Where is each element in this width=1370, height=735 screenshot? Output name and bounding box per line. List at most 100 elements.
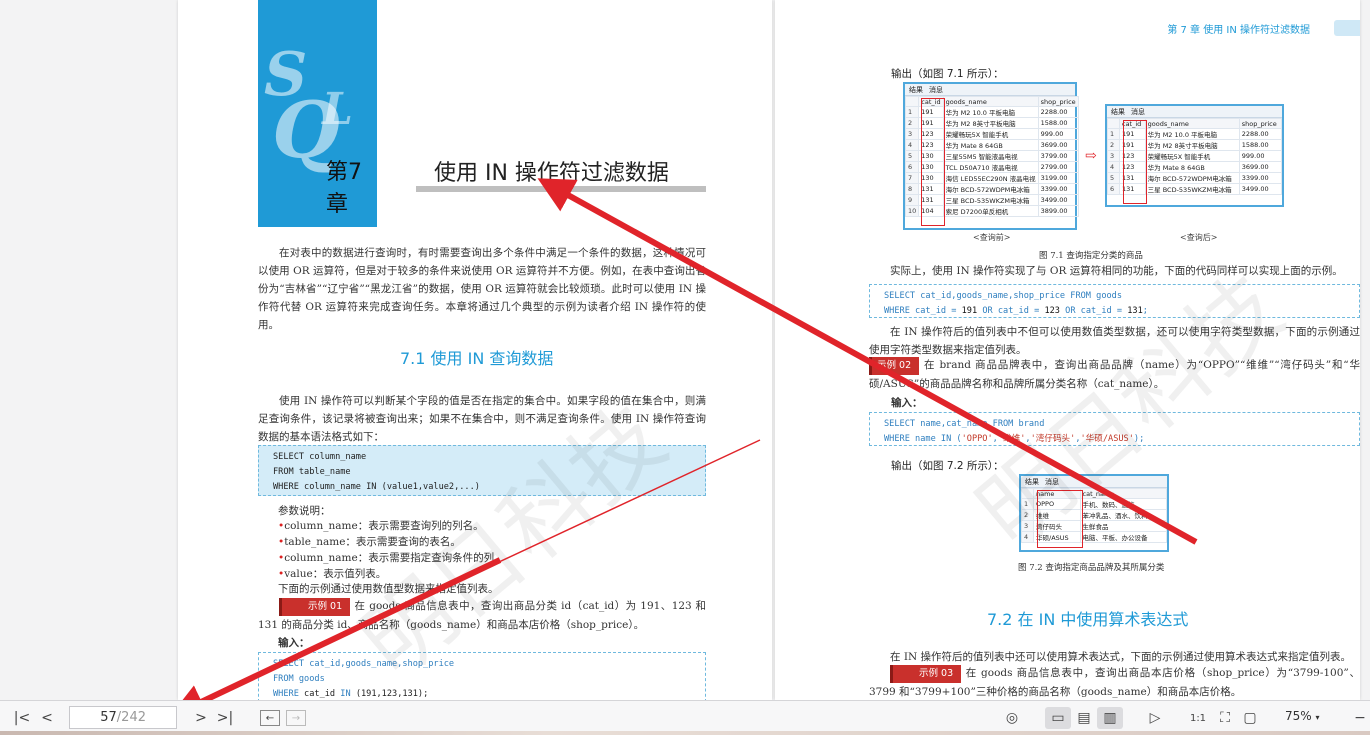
fit-page-icon[interactable]: ⛶ — [1215, 707, 1235, 729]
output-label-1: 输出（如图 7.1 所示）： — [891, 68, 1004, 80]
page-number-input[interactable]: 57/242 — [69, 706, 177, 729]
brand-code-block: SELECT name,cat_name FROM brand WHERE na… — [869, 412, 1360, 446]
back-view-icon[interactable]: ← — [260, 710, 280, 726]
row-number: 6 — [1107, 183, 1120, 196]
table-cell: 3499.00 — [1238, 183, 1283, 196]
first-page-icon[interactable]: |< — [12, 707, 32, 729]
figure-7-2-caption: 图 7.2 查询指定商品品牌及其所属分类 — [1018, 563, 1165, 573]
syntax-line: SELECT column_name — [273, 452, 367, 462]
table-cell: 华为 Mate 8 64GB — [1144, 161, 1240, 174]
result-grid-brand: 结果 消息 name cat_name 1 OPPO 手机、数码、通信 2 维维 苯冲乳品、酒… — [1019, 474, 1169, 552]
sql-letter-l: L — [322, 84, 353, 135]
previous-page-icon[interactable]: < — [37, 707, 57, 729]
example-02: 示例 02 在 brand 商品品牌表中，查询出商品品牌（name）为“OPPO”… — [869, 357, 1360, 390]
output-label-2: 输出（如图 7.2 所示）： — [891, 460, 1004, 472]
table-cell: 3799.00 — [1037, 150, 1079, 163]
list-item: •column_name：表示需要指定查询条件的列。 — [278, 552, 505, 564]
caption-before: <查询前> — [973, 233, 1011, 242]
table-cell: 手机、数码、通信 — [1079, 498, 1168, 511]
row-number: 3 — [1107, 150, 1120, 163]
table-cell: 1588.00 — [1238, 139, 1283, 152]
table-cell: 3199.00 — [1037, 172, 1079, 185]
left-page: S Q L 第7章 使用 IN 操作符过滤数据 在对表中的数据进行查询时，有时需… — [178, 0, 772, 700]
table-cell: 荣耀畅玩5X 智能手机 — [942, 128, 1039, 141]
highlight-box — [921, 98, 945, 226]
intro-paragraph: 在对表中的数据进行查询时，有时需要查询出多个条件中满足一个条件的数据，这种情况可… — [258, 247, 706, 331]
example-tag: 示例 02 — [869, 357, 920, 375]
example-intro: 下面的示例通过使用数值型数据来指定值列表。 — [278, 583, 499, 595]
input-label: 输入： — [278, 637, 310, 649]
last-page-icon[interactable]: >| — [215, 707, 235, 729]
input-label: 输入： — [891, 397, 923, 409]
chapter-number: 第7章 — [326, 160, 362, 217]
table-cell: 华为 M2 8英寸平板电脑 — [1144, 139, 1240, 152]
figure-7-1-caption: 图 7.1 查询指定分类的商品 — [1039, 251, 1143, 261]
table-cell: 2288.00 — [1037, 106, 1079, 119]
table-cell: 华为 Mate 8 64GB — [942, 139, 1039, 152]
table-cell: TCL D50A710 液晶电视 — [942, 161, 1039, 174]
eye-icon[interactable]: ◎ — [1002, 707, 1022, 729]
table-cell: 华为 M2 8英寸平板电脑 — [942, 117, 1039, 130]
highlight-box — [1123, 120, 1147, 204]
row-number: 5 — [1107, 172, 1120, 185]
row-number: 1 — [1107, 128, 1120, 141]
table-cell: 海尔 BCD-572WDPM电冰箱 — [1144, 172, 1240, 185]
two-page-view-icon[interactable]: ▥ — [1097, 707, 1123, 729]
single-page-view-icon[interactable]: ▭ — [1045, 707, 1071, 729]
syntax-line: WHERE column_name IN (value1,value2,...) — [273, 482, 480, 492]
table-cell: 华为 M2 10.0 平板电脑 — [942, 106, 1039, 119]
row-number: 8 — [904, 183, 920, 196]
table-cell: 3899.00 — [1037, 205, 1079, 218]
row-number: 2 — [1021, 509, 1034, 522]
play-icon[interactable]: ▷ — [1145, 707, 1165, 729]
next-page-icon[interactable]: > — [191, 707, 211, 729]
row-number: 4 — [1107, 161, 1120, 174]
list-item: •table_name：表示需要查询的表名。 — [278, 536, 461, 548]
params-list: •column_name：表示需要查询列的列名。 •table_name：表示需… — [278, 518, 698, 582]
row-number: 4 — [904, 139, 920, 152]
list-item: •column_name：表示需要查询列的列名。 — [278, 520, 484, 532]
highlight-box — [1037, 490, 1083, 548]
arrow-right-icon: ⇨ — [1085, 148, 1097, 164]
table-cell: 3699.00 — [1238, 161, 1283, 174]
section-title-7-2: 7.2 在 IN 中使用算术表达式 — [987, 610, 1189, 629]
table-cell: 海尔 BCD-572WDPM电冰箱 — [942, 183, 1039, 196]
or-code-block: SELECT cat_id,goods_name,shop_price FROM… — [869, 284, 1360, 318]
actual-size-icon[interactable]: 1:1 — [1188, 707, 1208, 729]
table-cell: 999.00 — [1037, 128, 1079, 141]
row-number: 3 — [1021, 520, 1034, 533]
caption-after: <查询后> — [1180, 233, 1218, 242]
tab-message: 消息 — [929, 85, 943, 94]
forward-view-icon[interactable]: → — [286, 710, 306, 726]
tab-result: 结果 — [909, 85, 923, 94]
fit-width-icon[interactable]: ▢ — [1240, 707, 1260, 729]
document-viewport[interactable]: S Q L 第7章 使用 IN 操作符过滤数据 在对表中的数据进行查询时，有时需… — [0, 0, 1370, 700]
table-cell: 2288.00 — [1238, 128, 1283, 141]
table-cell: 3399.00 — [1037, 183, 1079, 196]
syntax-code-block: SELECT column_name FROM table_name WHERE… — [258, 445, 706, 496]
table-cell: 2799.00 — [1037, 161, 1079, 174]
paragraph-or: 实际上，使用 IN 操作符实现了与 OR 运算符相同的功能，下面的代码同样可以实… — [890, 265, 1343, 277]
table-cell: 苯冲乳品、酒水、饮料 — [1079, 509, 1168, 522]
result-grid-before: 结果 消息 cat_id goods_name shop_price 1 191 华为 M… — [903, 82, 1079, 230]
row-number: 5 — [904, 150, 920, 163]
paragraph-string-values: 在 IN 操作符后的值列表中不但可以使用数值类型数据，还可以使用字符类型数据，下… — [869, 326, 1360, 356]
section-paragraph: 使用 IN 操作符可以判断某个字段的值是否在指定的集合中。如果字段的值在集合中，… — [258, 395, 706, 443]
table-cell: 1588.00 — [1037, 117, 1079, 130]
table-cell: 3499.00 — [1037, 194, 1079, 207]
row-number: 6 — [904, 161, 920, 174]
table-cell: 索尼 D7200单反相机 — [942, 205, 1039, 218]
zoom-select[interactable]: 75% ▾ — [1285, 709, 1320, 723]
running-head-tab — [1334, 20, 1360, 36]
row-number: 1 — [904, 106, 920, 119]
row-number: 10 — [904, 205, 920, 218]
document-view-icon[interactable]: ▤ — [1074, 707, 1094, 729]
zoom-out-icon[interactable]: − — [1350, 707, 1370, 729]
table-cell: 电脑、平板、办公设备 — [1079, 531, 1168, 544]
example-03: 示例 03 在 goods 商品信息表中，查询出商品本店价格（shop_price… — [869, 665, 1360, 698]
table-cell: 三星 BCD-535WKZM电冰箱 — [942, 194, 1039, 207]
row-number: 3 — [904, 128, 920, 141]
table-cell: 999.00 — [1238, 150, 1283, 163]
result-grid-after: 结果 消息 cat_id goods_name shop_price 1 191 华为 M… — [1105, 104, 1284, 207]
bottom-strip — [0, 731, 1370, 735]
